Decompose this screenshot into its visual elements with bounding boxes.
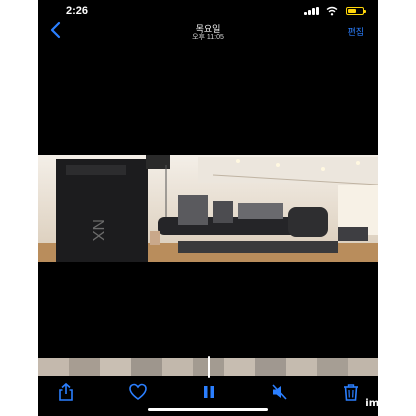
status-indicators — [294, 6, 366, 16]
scrubber-playhead[interactable] — [208, 356, 210, 378]
signal-icon — [304, 7, 320, 15]
navigation-bar: 목요일 오후 11:05 편집 — [38, 20, 378, 42]
edit-button[interactable]: 편집 — [347, 25, 364, 38]
watermark-text: imgPlay — [365, 398, 410, 409]
share-icon[interactable] — [56, 382, 76, 402]
trash-icon[interactable] — [341, 382, 361, 402]
video-frame-image: NX — [38, 155, 378, 262]
status-time: 2:26 — [66, 5, 89, 17]
svg-text:NX: NX — [89, 219, 106, 242]
wifi-icon — [326, 6, 338, 16]
nav-subtitle: 오후 11:05 — [192, 34, 224, 41]
status-bar: 2:26 — [38, 0, 378, 20]
speaker-muted-icon[interactable] — [270, 382, 290, 402]
photo-viewer-screen: 2:26 목요일 오후 11:05 편집 NX — [38, 0, 378, 416]
home-indicator — [148, 408, 268, 411]
video-player[interactable]: NX — [38, 155, 378, 262]
pause-icon[interactable] — [199, 382, 219, 402]
heart-icon[interactable] — [128, 382, 148, 402]
battery-icon — [346, 7, 366, 15]
